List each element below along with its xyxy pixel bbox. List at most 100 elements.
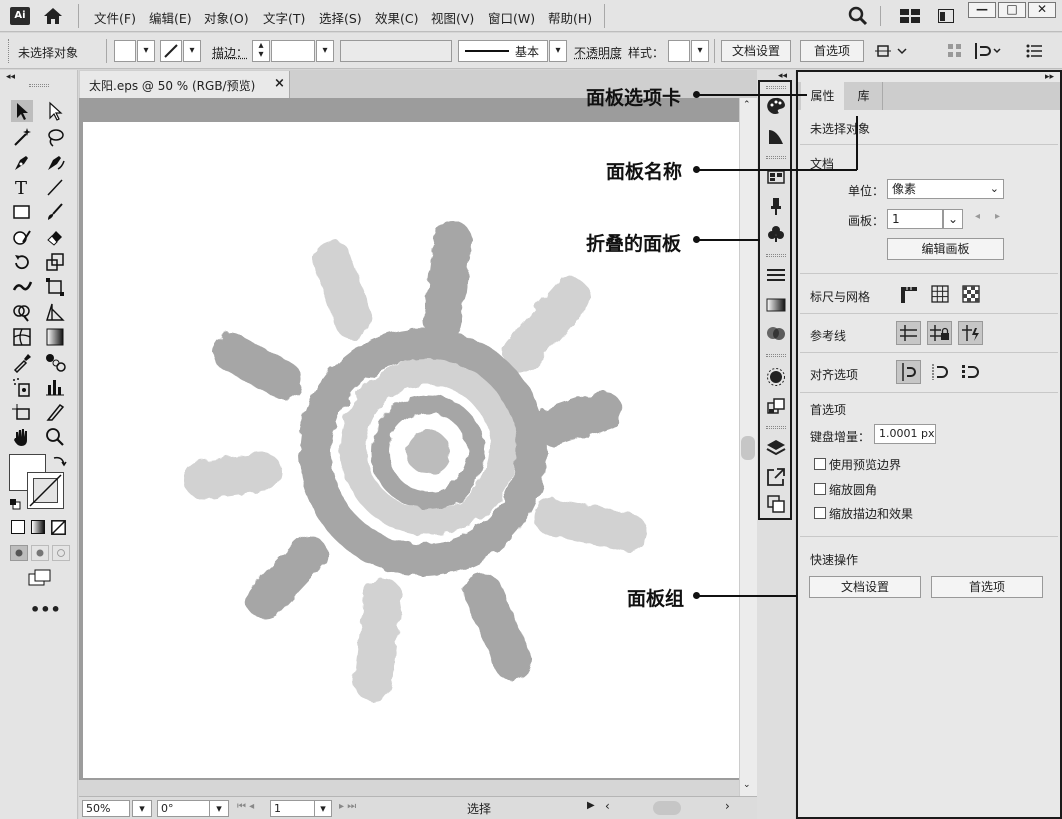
- stroke-swatch[interactable]: [160, 40, 182, 62]
- draw-inside-icon[interactable]: [52, 545, 70, 561]
- zoom-dropdown[interactable]: ▾: [132, 800, 152, 817]
- stroke-weight-input[interactable]: [271, 40, 315, 62]
- workspace-switcher-icon[interactable]: [900, 9, 920, 23]
- blend-tool-icon[interactable]: [44, 351, 66, 373]
- draw-behind-icon[interactable]: [31, 545, 49, 561]
- stroke-panel-icon[interactable]: [765, 264, 787, 286]
- rotation-field[interactable]: 0°: [157, 800, 211, 817]
- preferences-button[interactable]: 首选项: [800, 40, 864, 62]
- panel-grip[interactable]: [766, 426, 786, 429]
- none-mode-icon[interactable]: [51, 520, 66, 535]
- symbols-panel-icon[interactable]: [765, 223, 787, 245]
- document-setup-button[interactable]: 文档设置: [721, 40, 791, 62]
- draw-normal-icon[interactable]: [10, 545, 28, 561]
- gradient-mode-icon[interactable]: [31, 520, 45, 534]
- artboard-dropdown[interactable]: ▾: [314, 800, 332, 817]
- quick-preferences-button[interactable]: 首选项: [931, 576, 1043, 598]
- transparency-grid-icon[interactable]: [960, 284, 982, 304]
- fill-swatch[interactable]: [114, 40, 136, 62]
- panel-grip[interactable]: [766, 254, 786, 257]
- artboard-number-field[interactable]: 1: [270, 800, 316, 817]
- artboard-select-dropdown[interactable]: ⌄: [943, 209, 963, 229]
- graphic-style-dropdown[interactable]: ▾: [691, 40, 709, 62]
- artboard[interactable]: [83, 122, 739, 778]
- horizontal-scroll-thumb[interactable]: [653, 801, 681, 815]
- layers-panel-icon[interactable]: [765, 437, 787, 459]
- shape-builder-tool-icon[interactable]: [11, 301, 33, 323]
- control-bar-grip[interactable]: [8, 39, 10, 63]
- curvature-tool-icon[interactable]: [44, 151, 66, 173]
- snap-to-pixel-icon[interactable]: [974, 43, 1002, 59]
- close-document-icon[interactable]: ×: [274, 76, 285, 91]
- maximize-button[interactable]: □: [998, 2, 1026, 18]
- scroll-down-icon[interactable]: ⌄: [743, 780, 751, 790]
- next-artboard-icon[interactable]: ▸: [995, 211, 1000, 222]
- sun-artwork[interactable]: [83, 122, 739, 778]
- graphic-style-swatch[interactable]: [668, 40, 690, 62]
- scale-strokes-effects-checkbox[interactable]: [814, 507, 826, 519]
- perspective-grid-tool-icon[interactable]: [44, 301, 66, 323]
- menu-select[interactable]: 选择(S): [319, 8, 362, 27]
- pen-tool-icon[interactable]: [11, 151, 33, 173]
- scale-corners-checkbox[interactable]: [814, 483, 826, 495]
- menu-effect[interactable]: 效果(C): [375, 8, 418, 27]
- units-select[interactable]: 像素 ⌄: [887, 179, 1004, 199]
- brush-dropdown[interactable]: ▾: [549, 40, 567, 62]
- lock-guides-icon[interactable]: [927, 321, 952, 345]
- brushes-panel-icon[interactable]: [765, 195, 787, 217]
- appearance-panel-icon[interactable]: [765, 366, 787, 388]
- snap-to-pixel-panel-icon[interactable]: [960, 362, 982, 382]
- menu-edit[interactable]: 编辑(E): [149, 8, 192, 27]
- panel-grip[interactable]: [766, 86, 786, 89]
- rotate-tool-icon[interactable]: [11, 251, 33, 273]
- menu-view[interactable]: 视图(V): [431, 8, 474, 27]
- toolbar-grip[interactable]: [29, 84, 49, 87]
- grid-icon[interactable]: [929, 284, 951, 304]
- minimize-button[interactable]: —: [968, 2, 996, 18]
- close-button[interactable]: ✕: [1028, 2, 1056, 18]
- vertical-scroll-thumb[interactable]: [741, 436, 755, 460]
- artboard-select[interactable]: 1: [887, 209, 943, 229]
- transparency-panel-icon[interactable]: [765, 322, 787, 344]
- gradient-tool-icon[interactable]: [44, 326, 66, 348]
- align-grid-icon[interactable]: [948, 44, 962, 58]
- smart-guides-icon[interactable]: [958, 321, 983, 345]
- rulers-icon[interactable]: [898, 284, 920, 304]
- direct-selection-tool-icon[interactable]: [44, 100, 66, 122]
- panel-grip[interactable]: [766, 156, 786, 159]
- eyedropper-tool-icon[interactable]: [11, 351, 33, 374]
- arrange-documents-icon[interactable]: [938, 9, 954, 23]
- free-transform-tool-icon[interactable]: [44, 276, 66, 298]
- zoom-level-field[interactable]: 50%: [82, 800, 130, 817]
- graphic-styles-panel-icon[interactable]: [765, 396, 787, 418]
- default-fill-stroke-icon[interactable]: [9, 498, 21, 510]
- snap-to-grid-icon[interactable]: [929, 362, 951, 382]
- color-mode-icon[interactable]: [11, 520, 25, 534]
- screen-mode-icon[interactable]: [28, 569, 52, 587]
- rectangle-tool-icon[interactable]: [11, 201, 33, 223]
- stroke-weight-dropdown[interactable]: ▾: [316, 40, 334, 62]
- menu-window[interactable]: 窗口(W): [488, 8, 535, 27]
- brush-definition[interactable]: 基本: [458, 40, 548, 62]
- fill-dropdown[interactable]: ▾: [137, 40, 155, 62]
- use-preview-bounds-checkbox[interactable]: [814, 458, 826, 470]
- color-panel-icon[interactable]: [765, 95, 787, 117]
- transform-icon[interactable]: [874, 43, 908, 61]
- scroll-left-icon[interactable]: ‹: [605, 799, 610, 813]
- previous-artboard-icon[interactable]: ◂: [975, 211, 980, 222]
- magic-wand-tool-icon[interactable]: [11, 126, 33, 148]
- vertical-scrollbar[interactable]: ⌃ ⌄: [739, 98, 757, 798]
- keyboard-increment-input[interactable]: 1.0001 px: [874, 424, 936, 444]
- tab-properties[interactable]: 属性: [801, 82, 844, 110]
- column-graph-tool-icon[interactable]: [44, 376, 66, 398]
- show-guides-icon[interactable]: [896, 321, 921, 345]
- symbol-sprayer-tool-icon[interactable]: [11, 376, 33, 398]
- first-artboard-icon[interactable]: ⏮ ◂: [237, 801, 254, 812]
- stroke-color-swatch[interactable]: [27, 472, 64, 509]
- home-icon[interactable]: [42, 5, 64, 27]
- snap-to-point-icon[interactable]: [896, 360, 921, 384]
- stroke-label[interactable]: 描边：: [212, 44, 248, 61]
- quick-document-setup-button[interactable]: 文档设置: [809, 576, 921, 598]
- collapse-toolbar-icon[interactable]: ◂◂: [6, 72, 15, 82]
- menu-type[interactable]: 文字(T): [263, 8, 305, 27]
